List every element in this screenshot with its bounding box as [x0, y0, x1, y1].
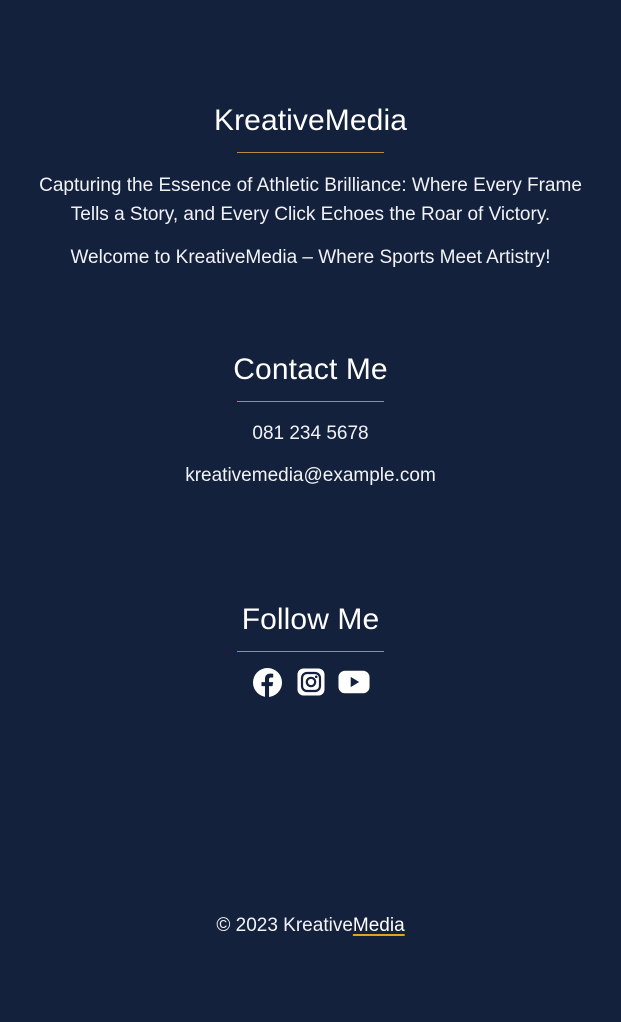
copyright-prefix: © 2023 Kreative: [216, 915, 353, 936]
contact-title: Contact Me: [233, 353, 388, 386]
copyright-text: © 2023 KreativeMedia: [216, 915, 404, 936]
instagram-icon[interactable]: [295, 666, 327, 698]
contact-divider: [237, 401, 384, 402]
brand-tagline: Capturing the Essence of Athletic Brilli…: [39, 175, 582, 225]
brand-divider: [237, 152, 384, 153]
brand-welcome: Welcome to KreativeMedia – Where Sports …: [70, 247, 551, 268]
follow-divider: [237, 651, 384, 652]
copyright-link[interactable]: Media: [353, 915, 405, 936]
follow-section: Follow Me: [0, 602, 621, 698]
copyright-section: © 2023 KreativeMedia: [0, 912, 621, 940]
footer-page: KreativeMedia Capturing the Essence of A…: [0, 1, 621, 1020]
brand-title: KreativeMedia: [213, 104, 408, 137]
facebook-icon[interactable]: [252, 666, 284, 698]
social-links: [0, 666, 621, 698]
brand-section: KreativeMedia Capturing the Essence of A…: [0, 103, 621, 272]
contact-email: kreativemedia@example.com: [185, 465, 436, 486]
follow-title: Follow Me: [241, 603, 380, 636]
contact-phone: 081 234 5678: [252, 423, 369, 444]
youtube-icon[interactable]: [337, 666, 370, 698]
contact-section: Contact Me 081 234 5678 kreativemedia@ex…: [0, 352, 621, 490]
